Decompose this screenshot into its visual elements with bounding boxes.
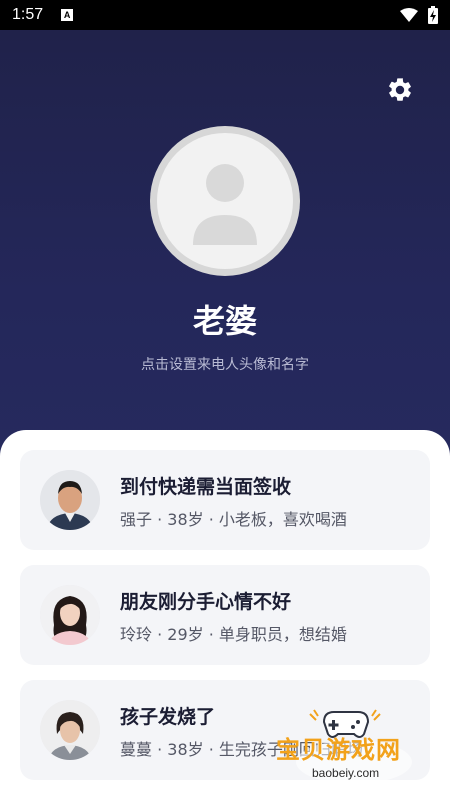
scenario-card[interactable]: 朋友刚分手心情不好 玲玲 · 29岁 · 单身职员，想结婚 <box>20 565 430 665</box>
caller-name[interactable]: 老婆 <box>0 296 450 342</box>
caller-setup-hint: 点击设置来电人头像和名字 <box>141 357 309 373</box>
scenario-title: 到付快递需当面签收 <box>120 476 292 498</box>
caller-avatar-button[interactable] <box>150 126 300 276</box>
man-portrait-icon <box>40 470 100 530</box>
scenario-caller-info: 玲玲 · 29岁 · 单身职员，想结婚 <box>120 625 347 644</box>
avatar <box>40 585 100 645</box>
scenario-title: 朋友刚分手心情不好 <box>120 591 292 613</box>
person-placeholder-icon <box>193 164 257 245</box>
status-time: 1:57 <box>12 6 44 23</box>
watermark: 宝贝游戏网 baobeiy.com <box>272 700 422 790</box>
woman-portrait-icon <box>40 585 100 645</box>
woman-portrait-icon <box>40 700 100 760</box>
battery-icon <box>428 6 438 24</box>
scenario-title: 孩子发烧了 <box>120 706 216 728</box>
avatar <box>157 133 293 269</box>
avatar <box>40 700 100 760</box>
watermark-text: 宝贝游戏网 <box>276 736 401 764</box>
status-bar: 1:57 A <box>0 0 450 30</box>
wifi-icon <box>400 8 418 22</box>
gear-icon <box>389 78 411 101</box>
settings-button[interactable] <box>384 74 416 106</box>
scenario-caller-info: 强子 · 38岁 · 小老板，喜欢喝酒 <box>120 510 347 529</box>
watermark-url: baobeiy.com <box>312 766 380 780</box>
a-letter-icon: A <box>61 9 74 21</box>
status-icons <box>400 6 438 24</box>
avatar <box>40 470 100 530</box>
scenario-card[interactable]: 到付快递需当面签收 强子 · 38岁 · 小老板，喜欢喝酒 <box>20 450 430 550</box>
